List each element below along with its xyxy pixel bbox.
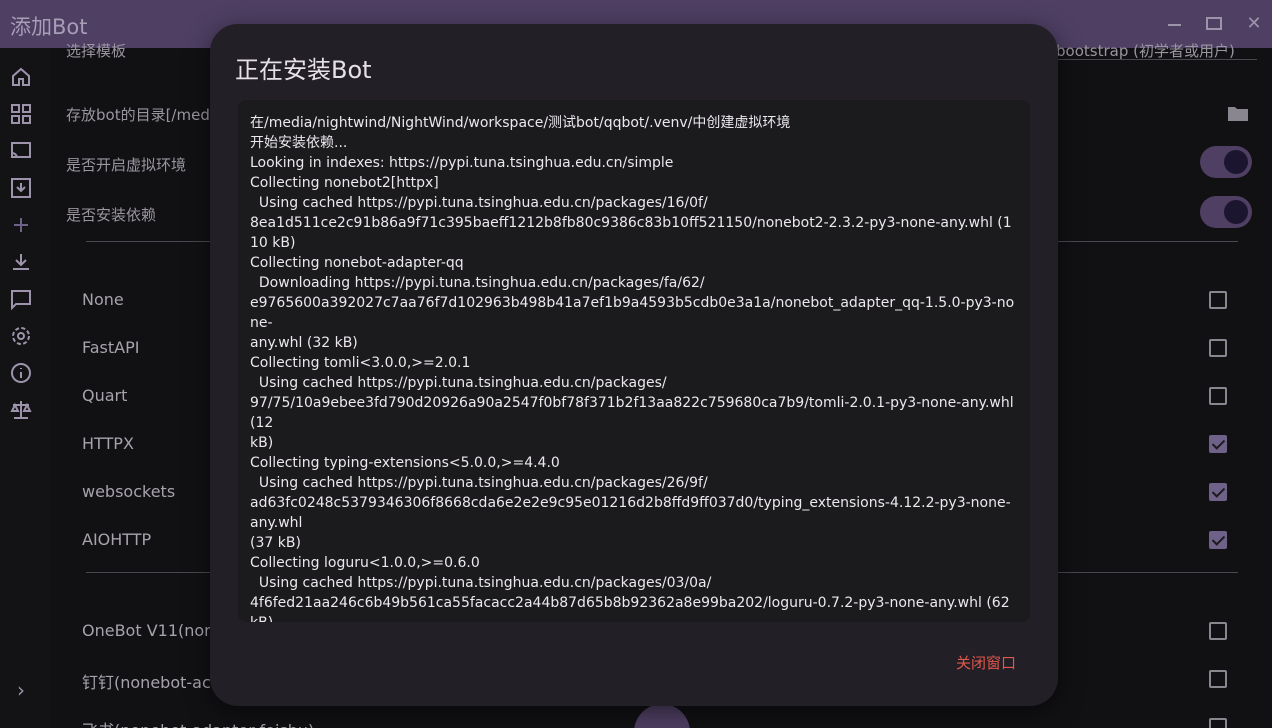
log-line: Collecting nonebot2[httpx] [250, 175, 439, 191]
log-line: Using cached https://pypi.tuna.tsinghua.… [250, 575, 1010, 622]
log-line: Collecting nonebot-adapter-qq [250, 255, 464, 271]
log-line: 在/media/nightwind/NightWind/workspace/测试… [250, 115, 791, 131]
log-line: Collecting typing-extensions<5.0.0,>=4.4… [250, 455, 560, 471]
log-line: Using cached https://pypi.tuna.tsinghua.… [250, 475, 1011, 551]
close-dialog-button[interactable]: 关闭窗口 [956, 652, 1016, 673]
log-line: Looking in indexes: https://pypi.tuna.ts… [250, 155, 674, 171]
install-dialog: 正在安装Bot 在/media/nightwind/NightWind/work… [210, 24, 1058, 706]
log-line: Collecting tomli<3.0.0,>=2.0.1 [250, 355, 471, 371]
log-line: Using cached https://pypi.tuna.tsinghua.… [250, 195, 1012, 251]
dialog-title: 正在安装Bot [235, 56, 372, 84]
install-log[interactable]: 在/media/nightwind/NightWind/workspace/测试… [238, 100, 1030, 622]
log-line: Collecting loguru<1.0.0,>=0.6.0 [250, 555, 480, 571]
log-line: 开始安装依赖... [250, 135, 348, 151]
log-line: Using cached https://pypi.tuna.tsinghua.… [250, 375, 1014, 451]
log-line: Downloading https://pypi.tuna.tsinghua.e… [250, 275, 1015, 351]
log-lines: 在/media/nightwind/NightWind/workspace/测试… [250, 113, 1018, 622]
